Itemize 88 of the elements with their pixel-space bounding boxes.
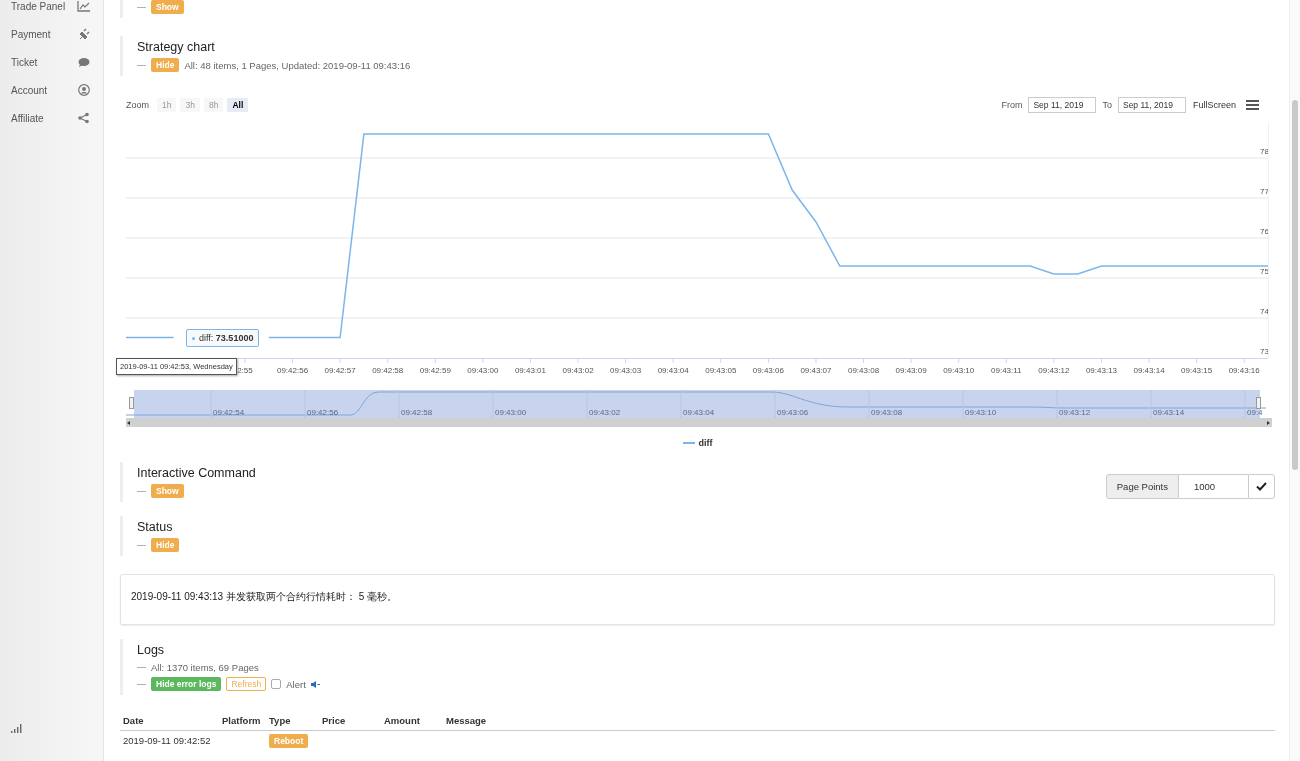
page-points-field[interactable]: 1000 xyxy=(1179,474,1248,499)
x-axis-label: 09:43:07 xyxy=(800,366,832,375)
zoom-button[interactable]: All xyxy=(227,98,249,112)
section-title: Status xyxy=(137,520,174,535)
share-icon xyxy=(77,112,90,124)
sidebar-item[interactable]: Payment xyxy=(0,20,103,48)
navigator-label: 09:43:10 xyxy=(965,408,997,417)
navigator-label: 09:42:56 xyxy=(307,408,339,417)
dash-mark: — xyxy=(137,484,146,498)
y-axis-label: 74 xyxy=(1260,307,1269,316)
dash-mark: — xyxy=(137,0,146,14)
sidebar-item[interactable]: Account xyxy=(0,76,103,104)
x-axis-label: 09:43:16 xyxy=(1228,366,1260,375)
user-icon xyxy=(77,84,90,96)
menu-icon xyxy=(1246,100,1259,110)
x-axis-label: 09:42:57 xyxy=(324,366,356,375)
status-message: 2019-09-11 09:43:13 并发获取两个合约行情耗时： 5 毫秒。 xyxy=(131,591,397,602)
dash-mark: — xyxy=(137,677,146,691)
navigator-label: 09:43:06 xyxy=(777,408,809,417)
section-title: Interactive Command xyxy=(137,466,256,481)
navigator-label: 09:42:54 xyxy=(213,408,245,417)
x-axis-label: 09:43:04 xyxy=(657,366,689,375)
navigator-label: 09:43:14 xyxy=(1153,408,1185,417)
fullscreen-link[interactable]: FullScreen xyxy=(1192,100,1236,110)
x-axis-label: 09:43:10 xyxy=(943,366,975,375)
x-axis-label: 09:43:15 xyxy=(1181,366,1213,375)
column-header: Date xyxy=(120,711,219,731)
x-axis-label: 09:42:59 xyxy=(419,366,451,375)
section-info: All: 48 items, 1 Pages, Updated: 2019-09-11 09:43:16 xyxy=(184,58,411,72)
column-header: Platform xyxy=(219,711,266,731)
x-axis-label: 09:43:08 xyxy=(847,366,880,375)
navigator-label: 09:43:00 xyxy=(495,408,527,417)
check-icon xyxy=(1256,482,1267,491)
y-axis-label: 76 xyxy=(1260,227,1269,236)
chart-tooltip: diff: 73.51000 xyxy=(186,329,260,347)
navigator-label: 09:43:12 xyxy=(1059,408,1091,417)
navigator-drawing[interactable] xyxy=(126,390,1272,427)
x-axis-label: 09:43:14 xyxy=(1133,366,1165,375)
from-label: From xyxy=(1001,100,1023,110)
column-header: Type xyxy=(266,711,319,731)
section-title: Logs xyxy=(137,643,166,658)
plug-icon xyxy=(77,28,90,40)
x-axis-label: 2:55 xyxy=(237,366,253,375)
type-badge: Reboot xyxy=(269,734,309,748)
chat-icon xyxy=(77,56,90,68)
dash-mark: — xyxy=(137,538,146,552)
navigator-label: 09:43:08 xyxy=(871,408,903,417)
sidebar-item[interactable]: Affiliate xyxy=(0,104,103,132)
section-info: All: 1370 items, 69 Pages xyxy=(151,661,259,674)
column-header: Price xyxy=(319,711,381,731)
navigator-label: 09:4 xyxy=(1247,408,1263,417)
alert-checkbox[interactable] xyxy=(271,679,282,689)
table-cell: 2019-09-11 09:42:52 xyxy=(123,735,211,746)
y-axis-label: 77 xyxy=(1260,187,1269,196)
x-axis-label: 09:43:09 xyxy=(895,366,927,375)
chart-icon xyxy=(77,0,90,12)
legend-item[interactable]: diff xyxy=(682,438,713,448)
dash-mark: — xyxy=(137,661,146,674)
x-axis-label: 09:42:58 xyxy=(372,366,404,375)
navigator-label: 09:43:04 xyxy=(683,408,715,417)
x-axis-label: 09:43:12 xyxy=(1038,366,1070,375)
column-header: Amount xyxy=(381,711,443,731)
zoom-label: Zoom xyxy=(126,100,149,110)
x-axis-label: 09:43:03 xyxy=(610,366,642,375)
scrollbar-thumb[interactable] xyxy=(1292,100,1298,470)
x-axis-label: 09:43:06 xyxy=(752,366,784,375)
x-axis-label: 09:43:02 xyxy=(562,366,594,375)
sidebar-item[interactable]: Trade Panel xyxy=(0,0,103,20)
alert-label: Alert xyxy=(286,677,306,691)
dash-mark: — xyxy=(137,58,146,72)
section-title: Strategy chart xyxy=(137,40,216,55)
date-field[interactable]: Sep 11, 2019 xyxy=(1028,97,1097,113)
navigator-label: 09:42:58 xyxy=(401,408,433,417)
date-field[interactable]: Sep 11, 2019 xyxy=(1117,97,1186,113)
column-header: Message xyxy=(443,711,1275,731)
speaker-icon xyxy=(310,680,320,688)
x-axis-label: 09:43:11 xyxy=(991,366,1022,375)
x-axis-label: 09:43:01 xyxy=(514,366,547,375)
x-axis-label: 09:43:13 xyxy=(1085,366,1118,375)
page-points-label: Page Points xyxy=(1105,474,1179,499)
x-axis-label: 09:42:56 xyxy=(276,366,309,375)
to-label: To xyxy=(1102,100,1112,110)
x-axis-label: 09:43:05 xyxy=(705,366,737,375)
confirm-button[interactable] xyxy=(1248,474,1275,499)
signal-icon xyxy=(10,724,22,733)
x-axis-label: 09:43:00 xyxy=(467,366,499,375)
navigator-label: 09:43:02 xyxy=(589,408,621,417)
sidebar-item[interactable]: Ticket xyxy=(0,48,103,76)
